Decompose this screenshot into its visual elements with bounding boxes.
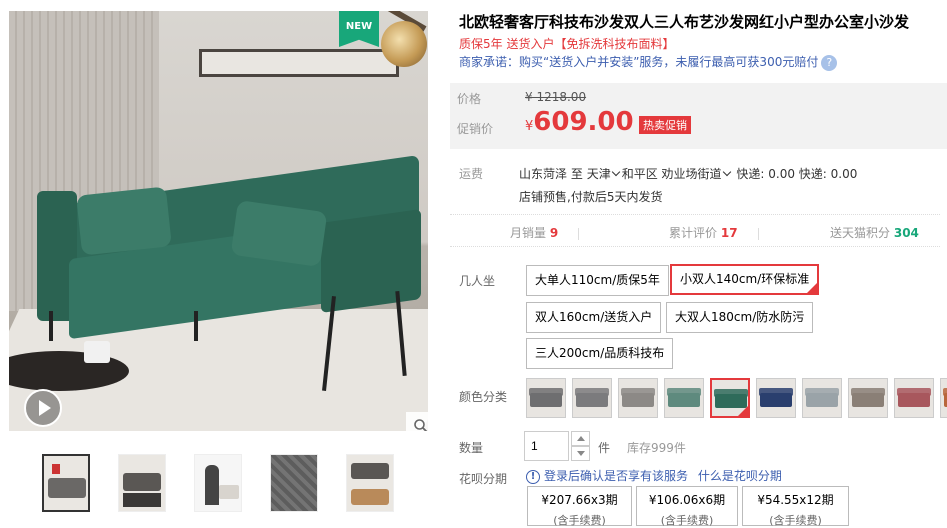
swatch-sofa-body xyxy=(898,393,930,407)
installment-plan-12[interactable]: ¥54.55x12期 (含手续费) xyxy=(742,486,849,527)
size-option-selected[interactable]: 小双人140cm/环保标准 xyxy=(670,264,820,295)
quantity-increase-button[interactable] xyxy=(571,431,590,446)
ship-city: 天津 xyxy=(586,167,611,181)
swatch-sofa-body xyxy=(576,393,608,407)
ship-to-word: 至 xyxy=(570,167,583,181)
swatch-sofa-body xyxy=(806,393,838,407)
size-option[interactable]: 大单人110cm/质保5年 xyxy=(526,265,669,296)
ship-city-select[interactable]: 天津 xyxy=(587,167,622,181)
promo-price: ¥609.00 xyxy=(525,107,634,137)
installment-help-link[interactable]: 什么是花呗分期 xyxy=(698,469,782,483)
plan-price: ¥207.66x3期 xyxy=(541,493,618,507)
installment-plan-6[interactable]: ¥106.06x6期 (含手续费) xyxy=(636,486,738,527)
hot-sale-tag: 热卖促销 xyxy=(639,116,691,134)
original-price-label: 价格 xyxy=(457,92,482,106)
mug-decor xyxy=(84,341,110,363)
product-info-panel: 北欧轻奢客厅科技布沙发双人三人布艺沙发网红小户型办公室小沙发 质保5年 送货入户… xyxy=(450,0,947,527)
stat-label: 月销量 xyxy=(510,226,547,240)
size-option[interactable]: 三人200cm/品质科技布 xyxy=(526,338,674,369)
stats-bar: 月销量 9 累计评价 17 送天猫积分 304 xyxy=(450,214,940,247)
shipping-cost: 快递: 0.00 快递: 0.00 xyxy=(736,167,858,181)
stat-reviews[interactable]: 累计评价 17 xyxy=(669,224,759,241)
size-option[interactable]: 双人160cm/送货入户 xyxy=(526,302,662,333)
thumbnail[interactable] xyxy=(194,454,242,512)
thumbnail[interactable] xyxy=(270,454,318,512)
merchant-promise-text[interactable]: 商家承诺：购买“送货入户并安装”服务，未履行最高可获300元赔付 xyxy=(459,55,818,69)
plan-fee-note: (含手续费) xyxy=(660,514,714,527)
thumbnail[interactable] xyxy=(42,454,90,512)
ship-street: 劝业场街道 xyxy=(661,167,722,181)
color-swatch[interactable] xyxy=(756,378,796,418)
chevron-down-icon xyxy=(722,167,731,177)
product-title: 北欧轻奢客厅科技布沙发双人三人布艺沙发网红小户型办公室小沙发 xyxy=(459,13,910,31)
wall-art-decor xyxy=(199,49,399,77)
sofa-leg xyxy=(194,311,198,341)
quantity-label: 数量 xyxy=(459,441,484,455)
selected-check-icon xyxy=(738,406,748,416)
sofa-leg xyxy=(49,311,53,341)
sofa-pillow-left xyxy=(76,186,172,256)
installment-login-text[interactable]: 登录后确认是否享有该服务 xyxy=(544,469,688,483)
plan-fee-note: (含手续费) xyxy=(553,514,606,527)
color-swatch[interactable] xyxy=(572,378,612,418)
chevron-down-icon xyxy=(611,167,620,177)
plan-price: ¥54.55x12期 xyxy=(757,493,834,507)
stat-label: 送天猫积分 xyxy=(830,226,891,240)
quantity-unit: 件 xyxy=(598,441,611,455)
arrow-down-icon xyxy=(576,451,585,456)
main-product-image[interactable] xyxy=(9,11,428,431)
stat-value: 304 xyxy=(893,226,919,240)
color-swatch[interactable] xyxy=(526,378,566,418)
ship-district: 和平区 xyxy=(621,167,658,181)
lamp-decor xyxy=(381,21,427,67)
size-option-label: 几人坐 xyxy=(459,274,496,288)
original-price: ¥ 1218.00 xyxy=(525,90,587,104)
color-swatch[interactable] xyxy=(664,378,704,418)
play-video-button[interactable] xyxy=(24,389,62,427)
color-swatch[interactable] xyxy=(710,378,750,418)
color-swatch[interactable] xyxy=(618,378,658,418)
installment-label: 花呗分期 xyxy=(459,472,508,486)
ship-street-select[interactable]: 劝业场街道 xyxy=(662,167,733,181)
price-box: 价格 ¥ 1218.00 促销价 ¥609.00 热卖促销 xyxy=(450,83,947,149)
plan-fee-note: (含手续费) xyxy=(769,514,822,527)
quantity-input[interactable] xyxy=(524,431,569,461)
installment-plan-3[interactable]: ¥207.66x3期 (含手续费) xyxy=(527,486,632,527)
color-swatch[interactable] xyxy=(802,378,842,418)
merchant-promise: 商家承诺：购买“送货入户并安装”服务，未履行最高可获300元赔付? xyxy=(459,53,838,71)
stat-points: 送天猫积分 304 xyxy=(830,224,919,241)
info-icon: ! xyxy=(526,469,540,484)
zoom-icon[interactable] xyxy=(406,412,428,431)
color-swatch[interactable] xyxy=(848,378,888,418)
color-swatch[interactable] xyxy=(894,378,934,418)
product-subtitle: 质保5年 送货入户【免拆洗科技布面料】 xyxy=(459,37,675,51)
shipping-label: 运费 xyxy=(459,167,484,181)
stat-value: 17 xyxy=(720,226,738,240)
swatch-sofa-body xyxy=(530,393,562,407)
swatch-sofa-body xyxy=(760,393,792,407)
presale-note: 店铺预售,付款后5天内发货 xyxy=(519,190,663,204)
plan-price: ¥106.06x6期 xyxy=(648,493,726,507)
swatch-sofa-body xyxy=(668,393,700,407)
arrow-up-icon xyxy=(576,436,585,441)
stock-count: 库存999件 xyxy=(627,441,686,455)
swatch-sofa-body xyxy=(852,393,884,407)
stat-monthly-sales: 月销量 9 xyxy=(510,224,580,241)
color-swatch[interactable] xyxy=(940,378,947,418)
sofa-arm-right xyxy=(321,208,421,314)
stat-value: 9 xyxy=(549,226,559,240)
swatch-sofa-body xyxy=(622,393,654,407)
installment-notice: ! 登录后确认是否享有该服务 什么是花呗分期 xyxy=(526,467,782,484)
size-option[interactable]: 大双人180cm/防水防污 xyxy=(666,302,814,333)
stat-label: 累计评价 xyxy=(669,226,718,240)
color-option-label: 颜色分类 xyxy=(459,390,508,404)
ship-from: 山东菏泽 xyxy=(519,167,568,181)
thumbnail[interactable] xyxy=(346,454,394,512)
help-icon[interactable]: ? xyxy=(821,55,838,71)
thumbnail-strip xyxy=(9,449,428,519)
promo-price-label: 促销价 xyxy=(457,122,494,136)
promo-price-value: 609.00 xyxy=(533,107,634,137)
quantity-decrease-button[interactable] xyxy=(571,446,590,461)
thumbnail[interactable] xyxy=(118,454,166,512)
